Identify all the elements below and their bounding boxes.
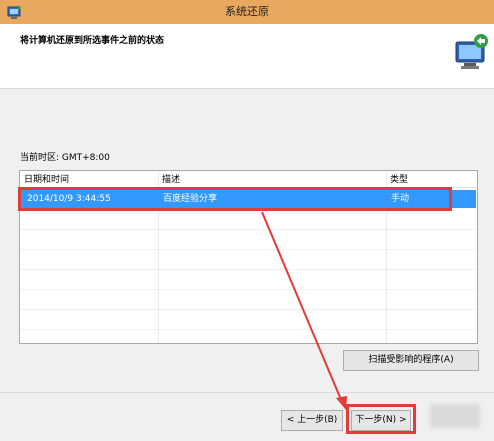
restore-points-table: 日期和时间 描述 类型 2014/10/9 3:44:55 百度经验分享 手动	[19, 170, 478, 344]
title-bar: 系统还原	[0, 0, 494, 24]
table-row[interactable]: 2014/10/9 3:44:55 百度经验分享 手动	[21, 190, 476, 208]
grid-line	[20, 329, 477, 330]
table-header: 日期和时间 描述 类型	[20, 173, 477, 188]
footer-separator	[0, 392, 494, 393]
window-title: 系统还原	[225, 5, 269, 18]
computer-restore-icon	[455, 34, 488, 69]
cancel-button[interactable]	[430, 404, 480, 428]
column-header-datetime[interactable]: 日期和时间	[20, 173, 158, 187]
grid-line	[20, 289, 477, 290]
grid-line	[20, 269, 477, 270]
column-header-description[interactable]: 描述	[158, 173, 386, 187]
scan-affected-programs-button[interactable]: 扫描受影响的程序(A)	[343, 350, 479, 371]
grid-line	[20, 229, 477, 230]
header-panel: 将计算机还原到所选事件之前的状态	[0, 24, 494, 89]
grid-line	[20, 249, 477, 250]
column-header-type[interactable]: 类型	[386, 173, 476, 187]
cell-datetime: 2014/10/9 3:44:55	[27, 194, 111, 204]
back-button[interactable]: < 上一步(B)	[281, 410, 343, 431]
grid-line	[20, 309, 477, 310]
timezone-label: 当前时区: GMT+8:00	[20, 153, 110, 163]
arrow-head	[336, 396, 347, 410]
cell-type: 手动	[391, 194, 410, 204]
next-button[interactable]: 下一步(N) >	[351, 410, 411, 431]
page-heading: 将计算机还原到所选事件之前的状态	[20, 36, 165, 46]
cell-description: 百度经验分享	[163, 194, 218, 204]
